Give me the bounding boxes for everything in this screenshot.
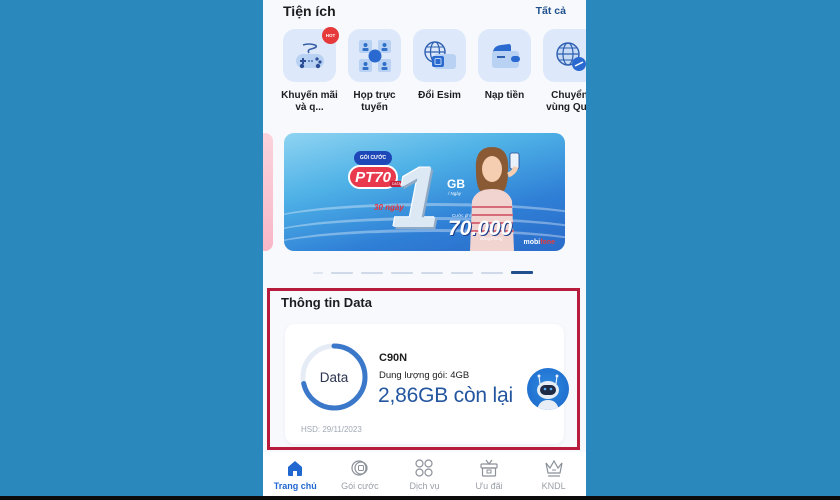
utility-item-online-meeting[interactable]: Họp trực tuyến [348, 29, 401, 114]
utility-item-roaming[interactable]: Chuyển vùng Quố [543, 29, 586, 114]
expiry-date: HSD: 29/11/2023 [301, 425, 362, 434]
services-grid-icon [414, 458, 434, 478]
data-info-card[interactable]: Data C90N Dung lượng gói: 4GB 2,86GB còn… [285, 324, 569, 444]
banner-amount: 1 [392, 150, 440, 246]
nav-item-services[interactable]: Dịch vụ [394, 458, 454, 491]
utilities-title: Tiện ích [283, 3, 336, 19]
video-meeting-icon [348, 29, 401, 82]
utility-item-esim[interactable]: Đổi Esim [413, 29, 466, 114]
utility-label: Họp trực tuyến [353, 90, 396, 113]
gift-icon [479, 458, 499, 478]
banner-per: / Ngày [448, 191, 462, 196]
brand-logo-b: fone [540, 239, 555, 246]
ring-label: Data [319, 369, 349, 385]
utility-item-top-up[interactable]: Nạp tiền [478, 29, 531, 114]
utility-label: Đổi Esim [418, 90, 461, 101]
nav-label: Gói cước [341, 481, 379, 491]
screen-bottom-edge [0, 496, 840, 500]
gamepad-icon: HOT [283, 27, 339, 82]
nav-label: Trang chủ [273, 481, 317, 491]
utility-label: Khuyến mãi và q... [281, 90, 338, 113]
carousel-dot[interactable] [361, 271, 383, 274]
banner-price-unit: đồng/tháng [480, 236, 503, 241]
package-capacity: Dung lượng gói: 4GB [379, 370, 470, 381]
data-info-title: Thông tin Data [281, 295, 372, 310]
nav-label: KNDL [541, 481, 566, 491]
utilities-header: Tiện ích Tất cả [283, 1, 566, 21]
utility-label: Nạp tiền [484, 90, 525, 101]
carousel-dot[interactable] [391, 271, 413, 274]
chatbot-avatar[interactable] [527, 368, 569, 410]
carousel-dot[interactable] [313, 271, 323, 274]
crown-icon [544, 458, 564, 478]
roaming-globe-icon [543, 29, 586, 82]
data-remaining: 2,86GB còn lại [378, 384, 513, 407]
see-all-link[interactable]: Tất cả [536, 5, 566, 17]
robot-icon [537, 374, 559, 410]
home-icon [285, 458, 305, 478]
carousel-dot[interactable] [451, 271, 473, 274]
carousel-dot[interactable] [481, 271, 503, 274]
brand-logo-a: mobi [523, 239, 541, 246]
banner-tag: GÓI CƯỚC [354, 151, 392, 165]
carousel-dot-active[interactable] [511, 271, 533, 274]
bottom-nav: Trang chủ Gói cước Dịch vụ Ưu đãi KNDL [263, 452, 586, 496]
utilities-row: HOT Khuyến mãi và q... Họp trực tuyến Đổ… [281, 27, 586, 114]
nav-item-kndl[interactable]: KNDL [524, 458, 584, 491]
carousel-dot[interactable] [421, 271, 443, 274]
hot-badge: HOT [322, 27, 339, 44]
phone-screen: Tiện ích Tất cả HOT Khuyến mãi và q... H… [263, 0, 586, 496]
banner-previous-slide[interactable] [263, 133, 273, 251]
nav-label: Dịch vụ [409, 481, 440, 491]
data-ring: Data [299, 342, 369, 412]
package-icon [350, 458, 370, 478]
brand-logo: mobifone [523, 239, 555, 246]
nav-item-packages[interactable]: Gói cước [330, 458, 390, 491]
utility-label: Chuyển vùng Quố [546, 90, 586, 113]
nav-label: Ưu đãi [475, 481, 503, 491]
wallet-icon [478, 29, 531, 82]
esim-icon [413, 29, 466, 82]
carousel-indicators [313, 271, 533, 274]
nav-item-home[interactable]: Trang chủ [265, 458, 325, 491]
nav-item-offers[interactable]: Ưu đãi [459, 458, 519, 491]
package-name: C90N [379, 352, 408, 364]
utility-item-promotions[interactable]: HOT Khuyến mãi và q... [281, 27, 339, 114]
carousel-dot[interactable] [331, 271, 353, 274]
promo-banner[interactable]: GÓI CƯỚC PT70 DATA 30 ngày 1 GB / Ngày C… [284, 133, 565, 251]
